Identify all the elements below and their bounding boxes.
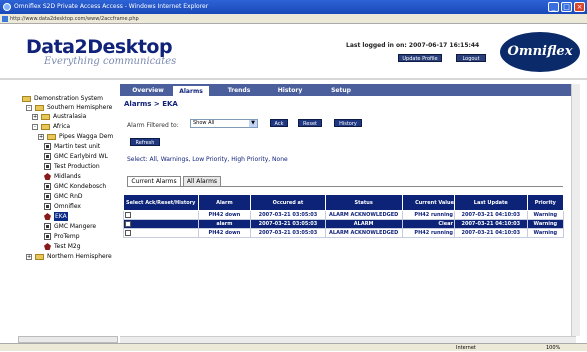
close-icon[interactable]: ×	[574, 2, 585, 12]
tree-item-southern-hemisphere[interactable]: - Southern Hemisphere	[26, 103, 112, 112]
omniflex-logo: Omniflex	[500, 32, 580, 72]
horizontal-scrollbar[interactable]	[120, 336, 576, 343]
tree-item-gmc-earlybird[interactable]: GMC Earlybird WL	[44, 152, 108, 161]
folder-icon	[47, 133, 56, 140]
tree-item-eka[interactable]: EKA	[44, 212, 68, 221]
table-row[interactable]: PH42 down 2007-03-21 03:05:03 ALARM ACKN…	[123, 228, 565, 238]
folder-icon	[35, 104, 44, 111]
tagline: Everything communicates	[44, 56, 177, 67]
last-logged-in: Last logged in on: 2007-06-17 16:15:44	[346, 42, 480, 49]
ack-button[interactable]: Ack	[270, 119, 288, 127]
row-checkbox[interactable]	[125, 211, 131, 218]
logout-button[interactable]: Logout	[456, 54, 486, 62]
tree-item-martin-test-unit[interactable]: Martin test unit	[44, 142, 100, 151]
tab-setup[interactable]: Setup	[324, 85, 358, 96]
alarms-table: Select Ack/Reset/History Alarm Occured a…	[123, 194, 565, 238]
main-tabs: Overview Alarms Trends History Setup	[120, 84, 571, 96]
device-icon	[44, 153, 51, 160]
site-tree: Demonstration System - Southern Hemisphe…	[18, 84, 118, 332]
address-text: http://www.data2desktop.com/www/2accfram…	[10, 16, 139, 22]
device-icon	[44, 203, 51, 210]
tree-item-northern-hemisphere[interactable]: + Northern Hemisphere	[26, 252, 112, 261]
window-titlebar: Omniflex S2D Private Access Access - Win…	[0, 0, 587, 14]
data2desktop-logo: Data2Desktop	[26, 36, 173, 58]
device-icon	[44, 143, 51, 150]
tree-item-test-production[interactable]: Test Production	[44, 162, 100, 171]
collapse-icon[interactable]: -	[32, 123, 38, 130]
device-icon	[44, 223, 51, 230]
col-alarm: Alarm	[197, 194, 252, 211]
page-icon	[2, 16, 8, 22]
minimize-icon[interactable]: _	[548, 2, 559, 12]
tree-item-africa[interactable]: - Africa	[32, 122, 70, 131]
window-title: Omniflex S2D Private Access Access - Win…	[14, 3, 209, 10]
chevron-down-icon[interactable]: ▼	[249, 120, 257, 127]
table-row[interactable]: PH42 down 2007-03-21 03:05:03 ALARM ACKN…	[123, 210, 565, 220]
expand-icon[interactable]: +	[32, 113, 38, 120]
tree-item-demonstration-system[interactable]: Demonstration System	[22, 94, 103, 103]
tab-overview[interactable]: Overview	[130, 85, 166, 96]
device-icon	[44, 163, 51, 170]
tab-history[interactable]: History	[270, 85, 310, 96]
address-bar[interactable]: http://www.data2desktop.com/www/2accfram…	[0, 14, 587, 24]
alarm-device-icon	[44, 213, 51, 220]
folder-icon	[35, 253, 44, 260]
sidebar-scrollbar[interactable]	[18, 336, 118, 343]
alarm-device-icon	[44, 173, 51, 180]
device-icon	[44, 233, 51, 240]
table-row[interactable]: alarm 2007-03-21 03:05:03 ALARM Clear 20…	[123, 219, 565, 229]
history-button[interactable]: History	[334, 119, 362, 127]
tree-item-protemp[interactable]: ProTemp	[44, 232, 80, 241]
reset-button[interactable]: Reset	[298, 119, 322, 127]
device-icon	[44, 193, 51, 200]
tree-item-midlands[interactable]: Midlands	[44, 172, 81, 181]
table-header-row: Select Ack/Reset/History Alarm Occured a…	[123, 194, 565, 211]
window-controls: _ □ ×	[548, 2, 585, 12]
collapse-icon[interactable]: -	[26, 104, 32, 111]
select-links[interactable]: Select: All, Warnings, Low Priority, Hig…	[127, 156, 288, 163]
page-header: Data2Desktop Everything communicates Las…	[0, 24, 587, 80]
device-icon	[44, 183, 51, 190]
tab-trends[interactable]: Trends	[222, 85, 256, 96]
col-last-update: Last Update	[453, 194, 528, 211]
maximize-icon[interactable]: □	[561, 2, 572, 12]
folder-icon	[22, 95, 31, 102]
tree-item-gmc-mangere[interactable]: GMC Mangere	[44, 222, 96, 231]
col-status: Status	[324, 194, 403, 211]
col-current-value: Current Value	[401, 194, 455, 211]
tree-item-gmc-rnd[interactable]: GMC RnD	[44, 192, 83, 201]
expand-icon[interactable]: +	[38, 133, 44, 140]
subtab-divider	[127, 186, 563, 187]
col-select: Select Ack/Reset/History	[123, 194, 199, 211]
tree-item-test-m2g[interactable]: Test M2g	[44, 242, 81, 251]
vertical-scrollbar[interactable]	[571, 84, 580, 336]
tree-item-gmc-kondebosch[interactable]: GMC Kondebosch	[44, 182, 106, 191]
col-priority: Priority	[526, 194, 565, 211]
folder-icon	[41, 113, 50, 120]
tree-item-pipes-wagga[interactable]: + Pipes Wagga Dem	[38, 132, 113, 141]
refresh-button[interactable]: Refresh	[130, 138, 160, 146]
tree-item-omniflex[interactable]: Omniflex	[44, 202, 81, 211]
alarm-device-icon	[44, 243, 51, 250]
tree-item-australasia[interactable]: + Australasia	[32, 112, 86, 121]
update-profile-button[interactable]: Update Profile	[398, 54, 442, 62]
browser-icon	[3, 3, 11, 11]
row-checkbox[interactable]	[125, 220, 131, 227]
expand-icon[interactable]: +	[26, 253, 32, 260]
tab-alarms[interactable]: Alarms	[172, 85, 210, 96]
filter-label: Alarm Filtered to:	[127, 122, 179, 129]
col-occured-at: Occured at	[250, 194, 326, 211]
status-bar: Internet 100%	[0, 343, 587, 351]
breadcrumb: Alarms > EKA	[124, 100, 178, 108]
row-checkbox[interactable]	[125, 229, 131, 236]
folder-icon	[41, 123, 50, 130]
alarm-filter-select[interactable]: Show All ▼	[190, 119, 258, 128]
